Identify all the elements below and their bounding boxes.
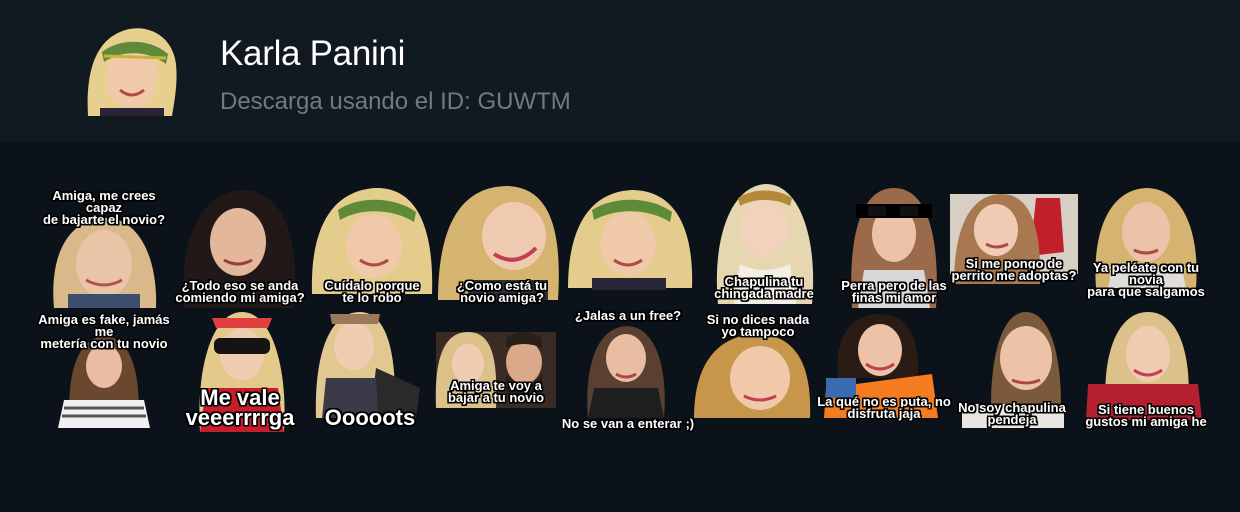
pack-header: Karla Panini Descarga usando el ID: GUWT… [0, 0, 1240, 142]
sticker-caption-bottom: No soy chapulina pendeja [958, 400, 1066, 427]
sticker-8[interactable]: Si me pongo de perrito me adoptas? [950, 188, 1078, 312]
pack-title: Karla Panini [220, 34, 406, 73]
sticker-18[interactable]: Si tiene buenos gustos mi amiga he [1082, 308, 1210, 432]
sticker-pack-page: Karla Panini Descarga usando el ID: GUWT… [0, 0, 1240, 512]
sticker-6[interactable]: Chapulina tu chingada madre [700, 180, 828, 304]
sticker-grid: Amiga, me crees capaz de bajarte el novi… [38, 178, 1210, 438]
sticker-photo-icon [587, 326, 665, 418]
sticker-caption-top: ¿Jalas a un free? [574, 308, 682, 323]
sticker-caption-bottom: La qué no es puta, no disfruta jaja [817, 394, 951, 421]
sticker-13[interactable]: Amiga te voy a bajar a tu novio [432, 308, 560, 432]
sticker-caption-bottom: Cuídalo porque te lo robo [324, 278, 420, 305]
sticker-7[interactable]: Perra pero de las finas mi amor [830, 184, 958, 308]
sticker-1[interactable]: Amiga, me crees capaz de bajarte el novi… [40, 184, 168, 308]
sticker-caption-top: Si no dices nada yo tampoco [706, 312, 810, 339]
sticker-photo-icon [435, 332, 556, 408]
sticker-15[interactable]: Si no dices nada yo tampoco [694, 308, 822, 432]
sticker-caption-top: Amiga, me crees capaz de bajarte el novi… [42, 188, 166, 227]
sticker-caption-bottom: Me vale veeerrrrga [185, 385, 295, 430]
sticker-photo-icon [568, 190, 693, 290]
sticker-caption-bottom: ¿Como está tu novio amiga? [456, 278, 548, 305]
sticker-3[interactable]: Cuídalo porque te lo robo [308, 184, 436, 308]
pack-avatar-icon[interactable] [80, 24, 180, 116]
sticker-caption-bottom: Si tiene buenos gustos mi amiga he [1085, 402, 1207, 429]
sticker-16[interactable]: La qué no es puta, no disfruta jaja [817, 308, 951, 432]
sticker-caption-bottom: Ooooots [324, 405, 416, 430]
sticker-caption-bottom: ¿Todo eso se anda comiendo mi amiga? [175, 278, 305, 305]
sticker-caption-bottom: Chapulina tu chingada madre [714, 274, 814, 301]
sticker-photo-icon [950, 194, 1078, 284]
sticker-caption-bottom: No se van a enterar ;) [561, 416, 695, 431]
sticker-4[interactable]: ¿Como está tu novio amiga? [438, 184, 566, 308]
sticker-caption-bottom: Si me pongo de perrito me adoptas? [951, 256, 1077, 283]
sticker-caption-bottom: Perra pero de las finas mi amor [841, 278, 947, 305]
sticker-caption-bottom: Amiga te voy a bajar a tu novio [447, 378, 545, 405]
sticker-11[interactable]: Me vale veeerrrrga [176, 308, 304, 432]
sticker-caption-top: Amiga es fake, jamás me metería con tu n… [38, 312, 170, 351]
sticker-caption-bottom: Ya peléate con tu novia para que salgamo… [1087, 260, 1205, 299]
sticker-17[interactable]: No soy chapulina pendeja [948, 308, 1076, 432]
sticker-2[interactable]: ¿Todo eso se anda comiendo mi amiga? [175, 184, 305, 308]
sticker-9[interactable]: Ya peléate con tu novia para que salgamo… [1082, 184, 1210, 308]
sticker-5[interactable] [568, 184, 696, 308]
sticker-14[interactable]: ¿Jalas a un free? No se van a enterar ;) [562, 308, 694, 432]
pack-download-id: Descarga usando el ID: GUWTM [220, 88, 571, 115]
sticker-12[interactable]: Ooooots [306, 308, 434, 432]
sticker-10[interactable]: Amiga es fake, jamás me metería con tu n… [38, 308, 170, 432]
